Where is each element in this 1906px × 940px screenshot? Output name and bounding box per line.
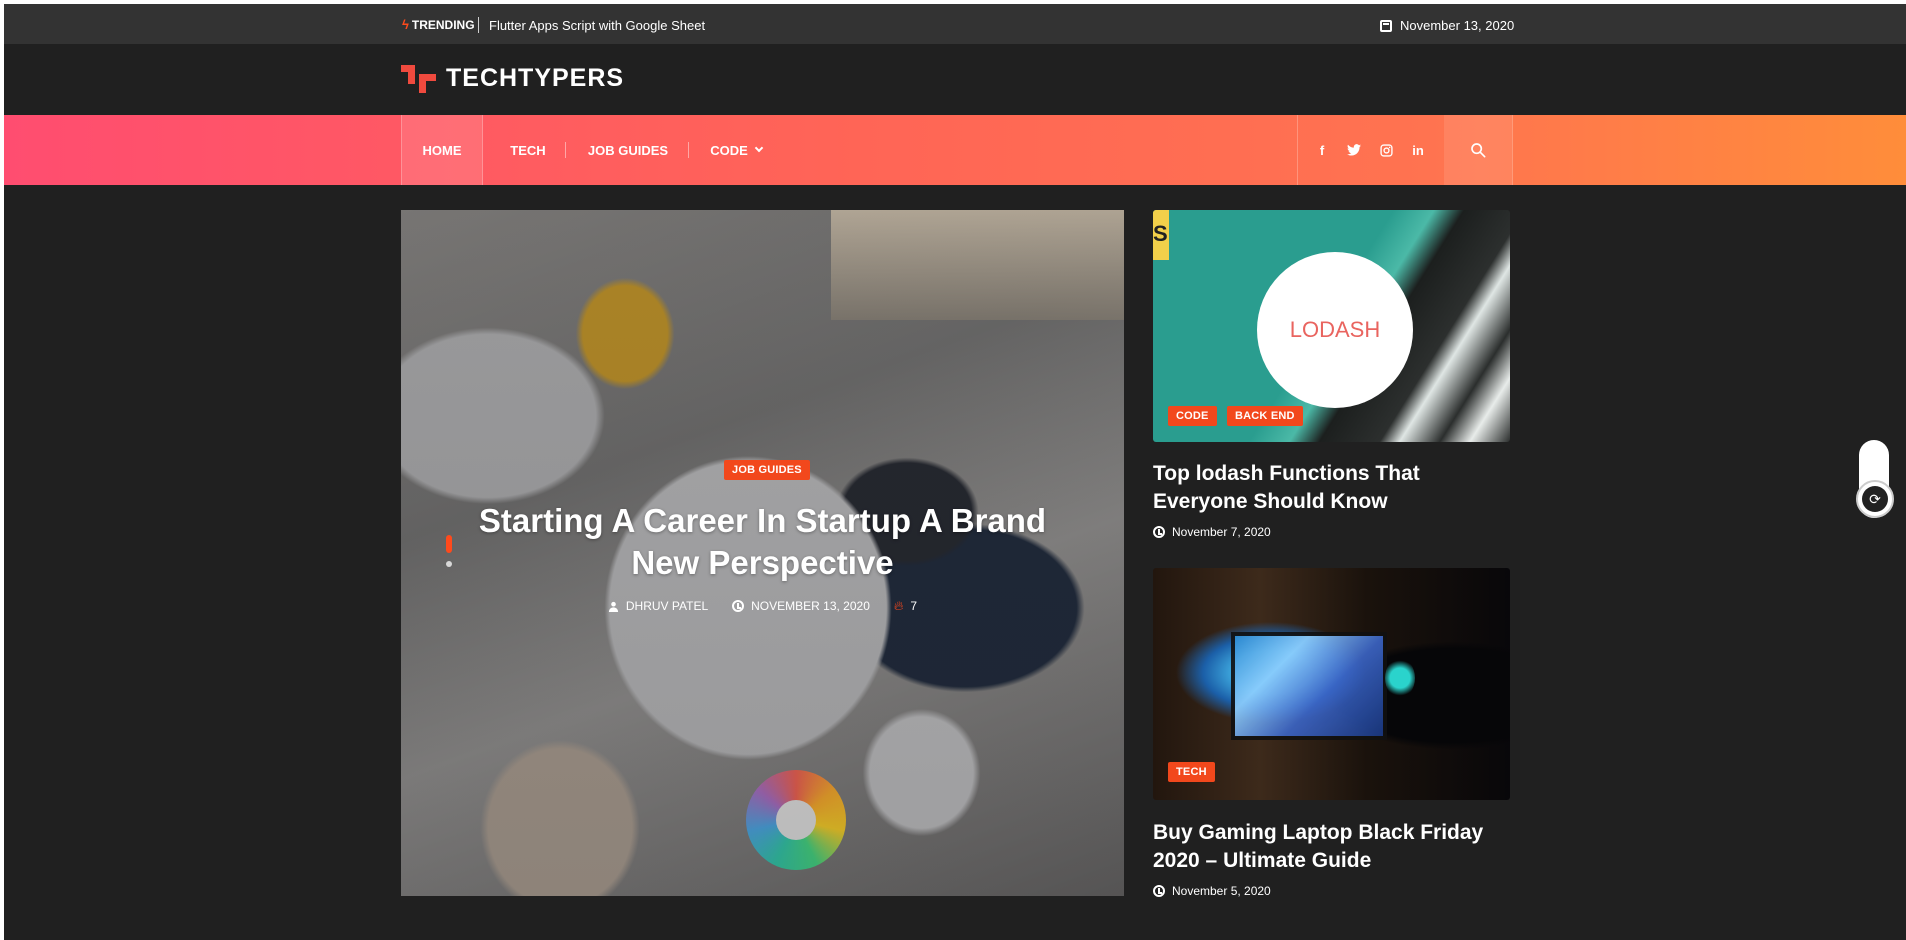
featured-meta: DHRUV PATEL NOVEMBER 13, 2020 🔥︎ 7 — [401, 598, 1124, 614]
category-badge-back-end[interactable]: BACK END — [1227, 406, 1303, 426]
twitter-icon[interactable] — [1338, 115, 1370, 185]
current-date-text: November 13, 2020 — [1400, 18, 1515, 33]
nav-item-code-label: CODE — [710, 142, 748, 158]
nav-item-job-guides[interactable]: JOB GUIDES — [584, 115, 672, 185]
user-icon — [608, 601, 618, 612]
featured-date: NOVEMBER 13, 2020 — [732, 599, 870, 613]
toggle-knob[interactable]: ⟳ — [1856, 480, 1894, 518]
trending-divider — [478, 17, 479, 33]
facebook-icon[interactable]: f — [1306, 115, 1338, 185]
post-date-gaming: November 5, 2020 — [1153, 884, 1271, 898]
post-date-text: November 7, 2020 — [1172, 525, 1271, 539]
lightning-icon: ϟ — [402, 17, 409, 32]
nav-divider — [688, 142, 689, 158]
page: ϟ TRENDING Flutter Apps Script with Goog… — [4, 4, 1906, 940]
instagram-icon[interactable] — [1370, 115, 1402, 185]
floating-toggle-widget[interactable]: ⟳ — [1856, 440, 1894, 520]
thumbnail-decoration: S — [1153, 210, 1169, 260]
nav-divider — [1512, 115, 1513, 185]
post-date-text: November 5, 2020 — [1172, 884, 1271, 898]
linkedin-icon[interactable]: in — [1402, 115, 1434, 185]
calendar-icon — [1380, 19, 1392, 32]
search-button[interactable] — [1444, 115, 1512, 185]
logo-text: TECHTYPERS — [446, 64, 625, 92]
refresh-icon: ⟳ — [1862, 486, 1888, 512]
nav-divider — [565, 142, 566, 158]
nav-divider — [1297, 115, 1298, 185]
thumbnail-headset — [1385, 658, 1415, 698]
clock-icon — [1153, 526, 1165, 538]
top-bar: ϟ TRENDING Flutter Apps Script with Goog… — [4, 4, 1906, 44]
logo-mark-icon — [401, 64, 436, 93]
trending-post-link[interactable]: Flutter Apps Script with Google Sheet — [489, 18, 705, 33]
category-badge-code[interactable]: CODE — [1168, 406, 1217, 426]
featured-image-color-wheel — [746, 770, 846, 870]
trending-text: TRENDING — [411, 17, 475, 32]
post-date-lodash: November 7, 2020 — [1153, 525, 1271, 539]
fire-icon: 🔥︎ — [893, 598, 904, 613]
post-thumbnail-lodash[interactable]: S LODASH CODE BACK END — [1153, 210, 1510, 442]
chevron-down-icon — [754, 143, 764, 153]
main-nav: HOME TECH JOB GUIDES CODE f in — [4, 115, 1906, 185]
search-icon — [1471, 143, 1486, 158]
featured-views: 🔥︎ 7 — [894, 598, 917, 614]
post-title-lodash[interactable]: Top lodash Functions That Everyone Shoul… — [1153, 460, 1510, 516]
post-thumbnail-gaming[interactable]: TECH — [1153, 568, 1510, 800]
featured-category-badge[interactable]: JOB GUIDES — [724, 460, 810, 480]
trending-label: ϟ TRENDING — [402, 17, 475, 32]
featured-views-count: 7 — [910, 599, 918, 613]
thumbnail-monitor — [1231, 632, 1387, 740]
clock-icon — [732, 600, 745, 612]
featured-post[interactable]: JOB GUIDES Starting A Career In Startup … — [401, 210, 1124, 896]
nav-item-tech[interactable]: TECH — [504, 115, 552, 185]
site-logo[interactable]: TECHTYPERS — [401, 64, 624, 93]
post-title-gaming[interactable]: Buy Gaming Laptop Black Friday 2020 – Ul… — [1153, 819, 1510, 875]
clock-icon — [1153, 885, 1165, 897]
lodash-logo-text: LODASH — [1289, 317, 1381, 342]
featured-image-window — [831, 210, 1124, 320]
featured-date-text: NOVEMBER 13, 2020 — [751, 599, 870, 613]
featured-author-name: DHRUV PATEL — [625, 599, 709, 613]
category-badge-tech[interactable]: TECH — [1168, 762, 1215, 782]
nav-item-home[interactable]: HOME — [401, 115, 483, 185]
nav-item-code[interactable]: CODE — [706, 115, 766, 185]
current-date: November 13, 2020 — [1380, 18, 1514, 33]
featured-author[interactable]: DHRUV PATEL — [608, 599, 708, 613]
lodash-logo: LODASH — [1257, 252, 1413, 408]
featured-title[interactable]: Starting A Career In Startup A Brand New… — [441, 500, 1084, 584]
